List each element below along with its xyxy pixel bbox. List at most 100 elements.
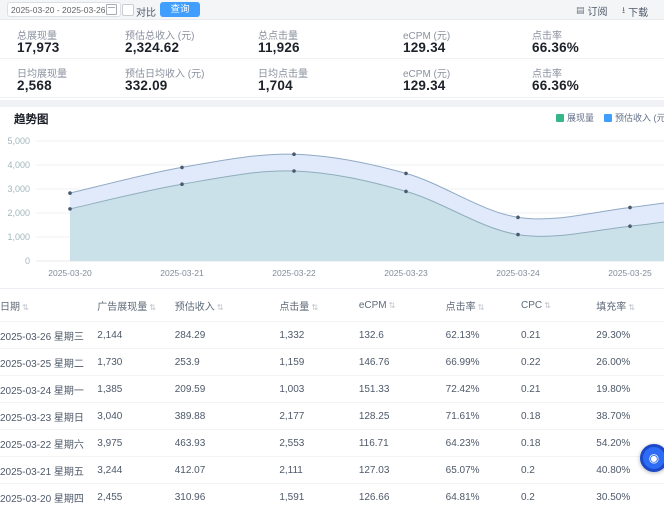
divider: [0, 58, 664, 59]
column-label: 广告展现量: [97, 302, 147, 313]
table-cell: 253.9: [175, 349, 280, 376]
query-button[interactable]: 查询: [160, 2, 200, 17]
download-label: 下载: [628, 4, 648, 19]
table-cell: 310.96: [175, 484, 280, 510]
table-cell: 0.18: [521, 403, 596, 430]
table-cell: 2025-03-26 星期三: [0, 322, 97, 349]
table-row: 2025-03-22 星期六3,975463.932,553116.7164.2…: [0, 430, 664, 457]
table-cell: 284.29: [175, 322, 280, 349]
table-header-cell-预估收入[interactable]: 预估收入⇅: [175, 289, 280, 322]
sort-icon[interactable]: ⇅: [544, 301, 551, 310]
table-cell: 1,591: [279, 484, 359, 510]
table-cell: 2025-03-23 星期日: [0, 403, 97, 430]
y-axis-tick: 1,000: [7, 232, 30, 242]
table-cell: 132.6: [359, 322, 446, 349]
table-header-cell-CPC[interactable]: CPC⇅: [521, 289, 596, 322]
stat-value: 66.36%: [532, 40, 579, 55]
table-cell: 30.50%: [596, 484, 664, 510]
table-cell: 127.03: [359, 457, 446, 484]
table-header-cell-点击量[interactable]: 点击量⇅: [279, 289, 359, 322]
data-table: 日期⇅广告展现量⇅预估收入⇅点击量⇅eCPM⇅点击率⇅CPC⇅填充率⇅ 2025…: [0, 289, 664, 510]
legend-label: 预估收入 (元): [615, 111, 664, 124]
table-cell: 19.80%: [596, 376, 664, 403]
trend-chart[interactable]: 01,0002,0003,0004,0005,0002025-03-202025…: [0, 132, 664, 284]
table-cell: 2,177: [279, 403, 359, 430]
stat-value: 1,704: [258, 78, 293, 93]
table-cell: 2,553: [279, 430, 359, 457]
table-cell: 128.25: [359, 403, 446, 430]
column-label: 点击量: [279, 302, 309, 313]
table-cell: 64.23%: [446, 430, 521, 457]
download-button[interactable]: ⭳ 下载: [622, 3, 648, 19]
table-cell: 1,332: [279, 322, 359, 349]
table-cell: 29.30%: [596, 322, 664, 349]
table-header-cell-eCPM[interactable]: eCPM⇅: [359, 289, 446, 322]
table-cell: 71.61%: [446, 403, 521, 430]
y-axis-tick: 2,000: [7, 208, 30, 218]
sort-icon[interactable]: ⇅: [389, 301, 396, 310]
table-cell: 0.18: [521, 430, 596, 457]
table-cell: 3,975: [97, 430, 174, 457]
table-cell: 64.81%: [446, 484, 521, 510]
stat-value: 66.36%: [532, 78, 579, 93]
subscribe-label: 订阅: [588, 3, 608, 18]
table-cell: 146.76: [359, 349, 446, 376]
compare-checkbox[interactable]: [122, 4, 134, 16]
table-cell: 463.93: [175, 430, 280, 457]
legend-label: 展现量: [567, 111, 594, 124]
table-cell: 0.2: [521, 457, 596, 484]
legend-swatch: [604, 114, 612, 122]
legend-item-预估收入 (元)[interactable]: 预估收入 (元): [604, 111, 664, 124]
stat-value: 2,568: [17, 78, 52, 93]
table-cell: 3,040: [97, 403, 174, 430]
legend-item-展现量[interactable]: 展现量: [556, 111, 594, 124]
x-axis-tick: 2025-03-24: [496, 268, 540, 278]
table-header-cell-点击率[interactable]: 点击率⇅: [446, 289, 521, 322]
table-row: 2025-03-21 星期五3,244412.072,111127.0365.0…: [0, 457, 664, 484]
table-cell: 1,385: [97, 376, 174, 403]
floating-help-button[interactable]: ◉: [640, 444, 664, 472]
stat-value: 129.34: [403, 40, 446, 55]
date-range-value: 2025-03-20 - 2025-03-26: [11, 5, 106, 15]
table-cell: 2025-03-22 星期六: [0, 430, 97, 457]
column-label: 点击率: [446, 302, 476, 313]
x-axis-tick: 2025-03-21: [160, 268, 204, 278]
table-header-row: 日期⇅广告展现量⇅预估收入⇅点击量⇅eCPM⇅点击率⇅CPC⇅填充率⇅: [0, 289, 664, 322]
table-header-cell-填充率[interactable]: 填充率⇅: [596, 289, 664, 322]
stat-value: 129.34: [403, 78, 446, 93]
table-header-cell-广告展现量[interactable]: 广告展现量⇅: [97, 289, 174, 322]
table-cell: 0.21: [521, 376, 596, 403]
column-label: 日期: [0, 302, 20, 313]
chart-legend: 展现量预估收入 (元)点击量: [556, 111, 664, 124]
table-header-cell-日期[interactable]: 日期⇅: [0, 289, 97, 322]
stat-value: 11,926: [258, 40, 300, 55]
table-cell: 72.42%: [446, 376, 521, 403]
table-cell: 2025-03-25 星期二: [0, 349, 97, 376]
table-cell: 2,144: [97, 322, 174, 349]
table-cell: 66.99%: [446, 349, 521, 376]
sort-icon[interactable]: ⇅: [311, 303, 318, 312]
table-cell: 2,111: [279, 457, 359, 484]
x-axis-tick: 2025-03-23: [384, 268, 428, 278]
table-cell: 62.13%: [446, 322, 521, 349]
subscribe-button[interactable]: ▤ 订阅: [576, 3, 608, 18]
sort-icon[interactable]: ⇅: [217, 303, 224, 312]
table-cell: 389.88: [175, 403, 280, 430]
table-row: 2025-03-26 星期三2,144284.291,332132.662.13…: [0, 322, 664, 349]
sort-icon[interactable]: ⇅: [22, 303, 29, 312]
sort-icon[interactable]: ⇅: [149, 303, 156, 312]
table-cell: 2025-03-20 星期四: [0, 484, 97, 510]
table-cell: 116.71: [359, 430, 446, 457]
sort-icon[interactable]: ⇅: [478, 303, 485, 312]
table-cell: 2025-03-24 星期一: [0, 376, 97, 403]
divider: [0, 97, 664, 98]
table-cell: 1,730: [97, 349, 174, 376]
y-axis-tick: 4,000: [7, 160, 30, 170]
sort-icon[interactable]: ⇅: [628, 303, 635, 312]
x-axis-tick: 2025-03-20: [48, 268, 92, 278]
table-cell: 2,455: [97, 484, 174, 510]
stat-value: 17,973: [17, 40, 60, 55]
date-range-input[interactable]: 2025-03-20 - 2025-03-26: [7, 2, 121, 17]
x-axis-tick: 2025-03-25: [608, 268, 652, 278]
table-cell: 412.07: [175, 457, 280, 484]
